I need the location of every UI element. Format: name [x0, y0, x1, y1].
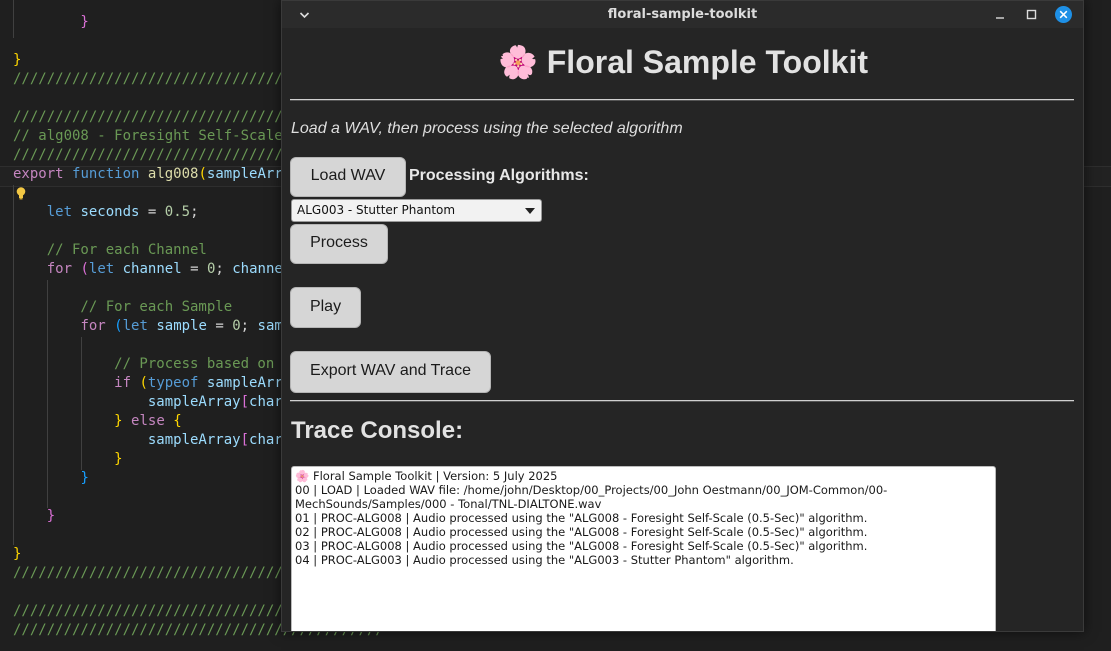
- close-icon[interactable]: [1054, 5, 1073, 24]
- trace-line: 00 | LOAD | Loaded WAV file: /home/john/…: [295, 483, 888, 511]
- trace-console[interactable]: 🌸 Floral Sample Toolkit | Version: 5 Jul…: [291, 466, 996, 631]
- divider: [290, 99, 1074, 101]
- code-line: } else {: [114, 413, 182, 429]
- app-window: floral-sample-toolkit 🌸 Floral Sample To…: [281, 0, 1084, 632]
- code-line: let seconds = 0.5;: [46, 204, 199, 220]
- trace-line: 01 | PROC-ALG008 | Audio processed using…: [295, 511, 868, 525]
- code-line: // For each Sample: [13, 299, 233, 315]
- window-title: floral-sample-toolkit: [607, 7, 758, 22]
- minimize-icon[interactable]: [991, 5, 1010, 24]
- code-line: }: [80, 470, 89, 486]
- code-line: for (let sample = 0; sam: [80, 318, 283, 334]
- code-line: }: [13, 52, 22, 68]
- lightbulb-icon[interactable]: [14, 186, 28, 200]
- code-line: }: [13, 546, 22, 562]
- code-line: export function alg008(sampleArr: [13, 166, 283, 182]
- algorithm-select-value: ALG003 - Stutter Phantom: [297, 203, 456, 217]
- export-wav-trace-button[interactable]: Export WAV and Trace: [290, 351, 491, 393]
- divider: [290, 400, 1074, 402]
- algorithm-select[interactable]: ALG003 - Stutter Phantom: [291, 199, 542, 222]
- code-line: sampleArray[char: [147, 394, 283, 410]
- app-title: 🌸 Floral Sample Toolkit: [498, 44, 868, 80]
- trace-line: 03 | PROC-ALG008 | Audio processed using…: [295, 539, 868, 553]
- app-content: 🌸 Floral Sample Toolkit Load a WAV, then…: [290, 28, 1076, 631]
- code-line: for (let channel = 0; channe: [46, 261, 283, 277]
- play-button[interactable]: Play: [290, 287, 361, 328]
- dropdown-arrow-icon: [525, 208, 535, 214]
- code-line: // alg008 - Foresight Self-Scale: [13, 128, 283, 144]
- code-line: // For each Channel: [13, 242, 207, 258]
- load-wav-button[interactable]: Load WAV: [290, 157, 406, 197]
- code-line: // Process based on: [13, 356, 275, 372]
- titlebar[interactable]: floral-sample-toolkit: [282, 1, 1083, 28]
- process-button[interactable]: Process: [290, 224, 388, 264]
- trace-line: 02 | PROC-ALG008 | Audio processed using…: [295, 525, 868, 539]
- code-line: }: [114, 451, 123, 467]
- code-line: if (typeof sampleArr: [114, 375, 283, 391]
- trace-line: 🌸 Floral Sample Toolkit | Version: 5 Jul…: [295, 469, 558, 483]
- code-line: }: [46, 14, 89, 30]
- trace-console-heading: Trace Console:: [291, 417, 464, 444]
- app-subtitle: Load a WAV, then process using the selec…: [291, 120, 683, 137]
- maximize-icon[interactable]: [1022, 5, 1041, 24]
- algorithms-label: Processing Algorithms:: [409, 167, 589, 184]
- code-line: }: [46, 508, 56, 524]
- trace-line: 04 | PROC-ALG003 | Audio processed using…: [295, 553, 794, 567]
- code-line: sampleArray[char: [147, 432, 283, 448]
